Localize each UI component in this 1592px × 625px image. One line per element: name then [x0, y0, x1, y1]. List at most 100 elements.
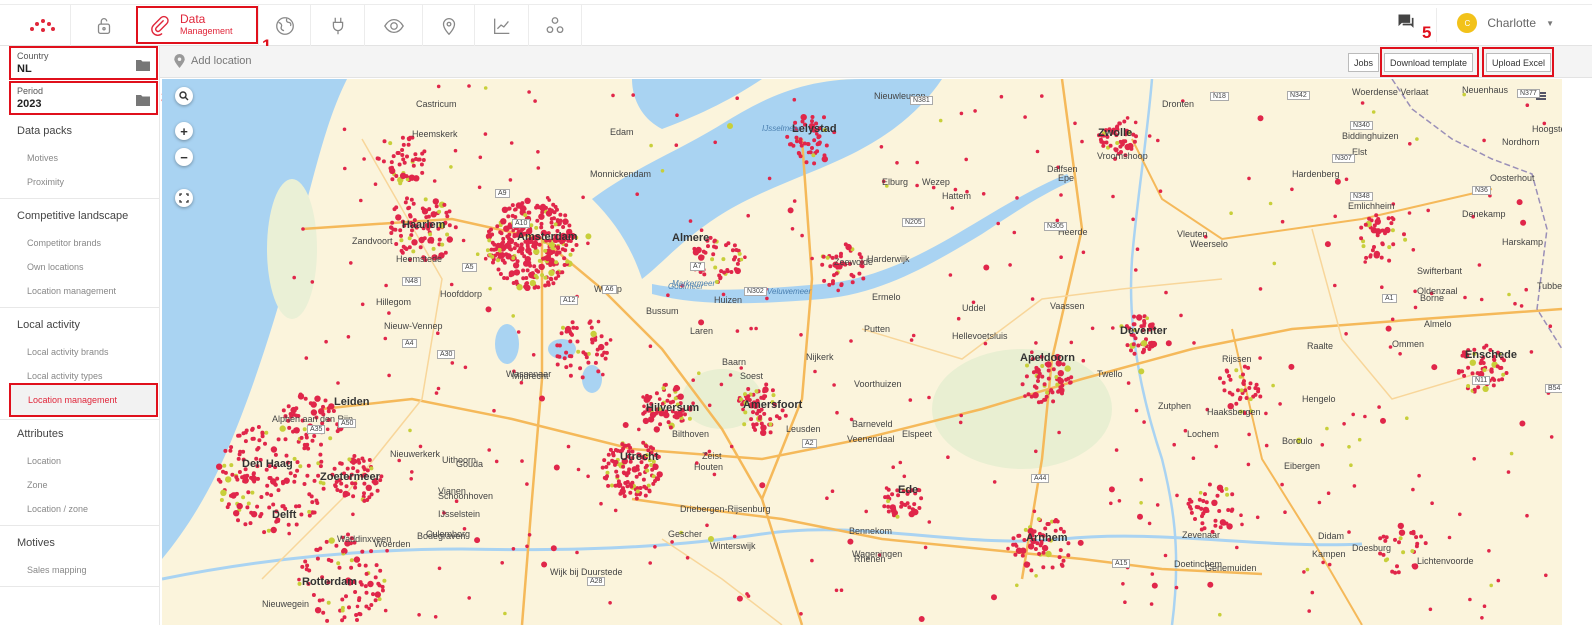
country-selector[interactable]: Country NL	[9, 46, 158, 80]
map-toolbar: Add location Jobs Download template Uplo…	[160, 46, 1592, 78]
folder-icon[interactable]	[136, 59, 150, 71]
road-label: N205	[902, 218, 925, 227]
road-label: A12	[560, 296, 579, 305]
map-label: Rotterdam	[302, 576, 358, 588]
map-label: Zoetermeer	[320, 471, 380, 483]
sidebar-divider	[0, 525, 160, 526]
sidebar-item-sales-mapping[interactable]: Sales mapping	[27, 565, 87, 575]
add-location-label: Add location	[191, 55, 252, 67]
period-value: 2023	[17, 98, 42, 110]
map-label: Vleuten	[1177, 229, 1208, 239]
jobs-button[interactable]: Jobs	[1348, 53, 1380, 72]
map-label: Elburg	[882, 177, 909, 187]
map-label: Mijdrecht	[512, 371, 549, 381]
nav-tab-analytics[interactable]	[474, 5, 528, 46]
sidebar-item-location[interactable]: Location	[27, 456, 61, 466]
road-label: N381	[910, 96, 933, 105]
map-label: Barneveld	[852, 419, 893, 429]
road-label: A6	[602, 285, 617, 294]
road-label: A5	[462, 263, 477, 272]
map-label: Hengelo	[1302, 394, 1336, 404]
map-label: Voorthuizen	[854, 379, 902, 389]
map-label: Lichtenvoorde	[1417, 556, 1474, 566]
sidebar-item-motives[interactable]: Motives	[27, 153, 58, 163]
user-menu[interactable]: C Charlotte ▼	[1457, 10, 1554, 36]
trend-chart-icon	[493, 18, 509, 34]
map-label: Edam	[610, 127, 634, 137]
nav-tab-title: Data	[180, 12, 206, 26]
sidebar-item-own-locations[interactable]: Own locations	[27, 262, 84, 272]
road-label: A2	[802, 439, 817, 448]
map-label: Didam	[1318, 531, 1345, 541]
eye-icon	[383, 18, 404, 33]
map-label: Epe	[1058, 173, 1075, 183]
section-motives[interactable]: Motives	[17, 537, 55, 549]
period-label: Period	[17, 86, 44, 96]
map-label: Doetinchem	[1174, 559, 1223, 569]
map-label: Hardenberg	[1292, 169, 1340, 179]
add-location-button[interactable]: Add location	[174, 54, 252, 68]
section-local-activity[interactable]: Local activity	[17, 319, 80, 331]
lock-icon	[97, 17, 110, 34]
period-selector[interactable]: Period 2023	[9, 81, 158, 115]
upload-excel-button[interactable]: Upload Excel	[1486, 53, 1552, 72]
app-logo[interactable]	[14, 8, 68, 44]
sidebar-item-location-management[interactable]: Location management	[27, 286, 116, 296]
map-view[interactable]: + − Haarlem Amsterdam Almere Lelystad Leiden…	[162, 79, 1562, 625]
search-icon	[179, 91, 189, 101]
map-label: Hellevoetsluis	[952, 331, 1008, 341]
map-label: Borculo	[1282, 436, 1313, 446]
sidebar-item-local-activity-brands[interactable]: Local activity brands	[27, 347, 109, 357]
chat-button[interactable]	[1396, 12, 1416, 37]
map-label: Borne	[1420, 293, 1445, 303]
map-search-button[interactable]	[175, 87, 193, 105]
sidebar-item-proximity[interactable]: Proximity	[27, 177, 64, 187]
map-label: Bodegraven	[417, 531, 466, 541]
nav-tab-data-management[interactable]: Data Management	[136, 6, 258, 44]
map-label: Biddinghuizen	[1342, 131, 1399, 141]
folder-icon[interactable]	[136, 94, 150, 106]
zoom-out-button[interactable]: −	[175, 148, 193, 166]
road-label: N377	[1517, 89, 1540, 98]
map-label: Leusden	[786, 424, 821, 434]
nav-tab-network[interactable]	[528, 5, 582, 46]
map-label: Hilversum	[646, 402, 700, 414]
nav-tab-eye[interactable]	[364, 5, 422, 46]
map-label: Hillegom	[376, 297, 412, 307]
zoom-in-button[interactable]: +	[175, 122, 193, 140]
section-data-packs[interactable]: Data packs	[17, 125, 72, 137]
sidebar-item-location-zone[interactable]: Location / zone	[27, 504, 88, 514]
map-label: Eibergen	[1284, 461, 1321, 471]
fullscreen-button[interactable]	[175, 189, 193, 207]
map-label: Veluwemeer	[767, 287, 812, 296]
section-attributes[interactable]: Attributes	[17, 428, 63, 440]
paperclip-icon	[151, 15, 169, 36]
map-label: Zevenaar	[1182, 530, 1221, 540]
road-label: A10	[512, 219, 531, 228]
map-label: Gooimeer	[668, 282, 704, 291]
map-label: Den Haag	[242, 458, 293, 470]
map-label: Bennekom	[849, 526, 893, 536]
minus-icon: −	[180, 149, 188, 165]
map-label: Dronten	[1162, 99, 1195, 109]
section-competitive-landscape[interactable]: Competitive landscape	[17, 210, 128, 222]
sidebar-item-local-activity-types[interactable]: Local activity types	[27, 371, 103, 381]
location-pin-icon	[174, 54, 185, 68]
nav-tab-location[interactable]	[422, 5, 474, 46]
sidebar-item-competitor-brands[interactable]: Competitor brands	[27, 238, 101, 248]
map-label: Oosterhout	[1490, 173, 1535, 183]
circles-icon	[546, 16, 564, 33]
map-label: Winterswijk	[710, 541, 756, 551]
nav-tab-plug[interactable]	[310, 5, 364, 46]
sidebar-divider	[0, 586, 160, 587]
map-label: Nordhorn	[1502, 137, 1540, 147]
road-label: N348	[1350, 192, 1373, 201]
map-label: Harderwijk	[867, 254, 910, 264]
map-label: Uithoorn	[442, 455, 477, 465]
fullscreen-icon	[179, 193, 189, 203]
nav-tab-lock[interactable]	[70, 5, 136, 46]
download-template-button[interactable]: Download template	[1384, 53, 1474, 72]
sidebar-item-zone[interactable]: Zone	[27, 480, 48, 490]
sidebar-item-location-management-active[interactable]: Location management	[9, 383, 158, 417]
plus-icon: +	[180, 123, 188, 139]
